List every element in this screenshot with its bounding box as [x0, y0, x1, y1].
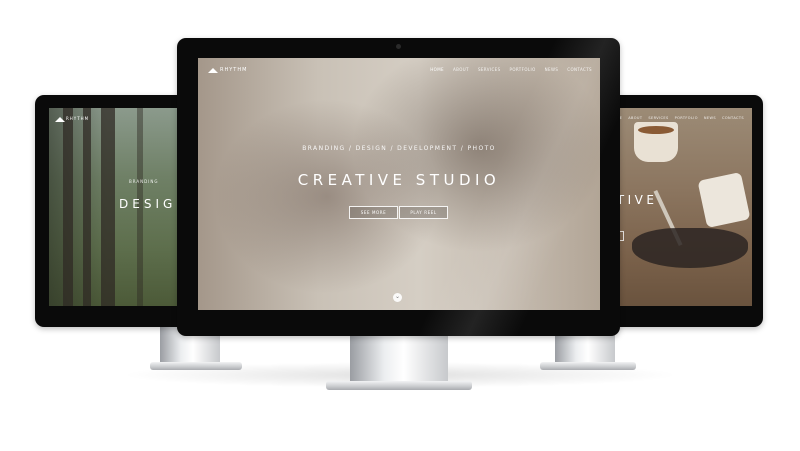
chevron-down-icon[interactable]: ⌄	[393, 293, 402, 302]
nav-home[interactable]: HOME	[430, 67, 444, 72]
nav-about[interactable]: ABOUT	[453, 67, 469, 72]
hero-tagline: BRANDING / DESIGN / DEVELOPMENT / PHOTO	[302, 145, 496, 152]
left-site-tagline: BRANDING	[129, 179, 159, 184]
nav-contacts[interactable]: CONTACTS	[567, 67, 592, 72]
center-site-nav: HOME ABOUT SERVICES PORTFOLIO NEWS CONTA…	[430, 67, 592, 72]
right-site-nav: HOME ABOUT SERVICES PORTFOLIO NEWS CONTA…	[610, 116, 744, 120]
center-monitor-screen: RHYTHM HOME ABOUT SERVICES PORTFOLIO NEW…	[198, 58, 600, 310]
center-monitor-bezel: RHYTHM HOME ABOUT SERVICES PORTFOLIO NEW…	[177, 38, 620, 336]
phone-image	[697, 171, 751, 229]
logo-icon	[55, 117, 65, 122]
webcam-icon	[396, 44, 401, 49]
nav-news[interactable]: NEWS	[545, 67, 559, 72]
left-monitor-screen: RHYTHM BRANDING DESIGN	[49, 108, 195, 306]
left-site-logo[interactable]: RHYTHM	[66, 116, 89, 121]
nav-services[interactable]: SERVICES	[478, 67, 501, 72]
coffee-surface	[638, 126, 674, 134]
tree-trunk	[63, 108, 73, 306]
right-monitor-screen: HOME ABOUT SERVICES PORTFOLIO NEWS CONTA…	[606, 108, 752, 306]
center-site-logo[interactable]: RHYTHM	[220, 67, 247, 73]
monitors-showcase: RHYTHM BRANDING DESIGN HOME ABOUT SERVIC…	[0, 0, 800, 451]
hero-title: CREATIVE STUDIO	[297, 171, 501, 189]
right-monitor-stand-foot	[540, 362, 636, 370]
center-monitor-stand-foot	[326, 381, 472, 390]
right-nav-about[interactable]: ABOUT	[628, 116, 642, 120]
tree-trunk	[83, 108, 91, 306]
center-monitor-stand-neck	[350, 336, 448, 384]
left-monitor-stand-foot	[150, 362, 242, 370]
sunglasses-image	[632, 228, 748, 268]
logo-icon	[208, 68, 218, 73]
tree-trunk	[101, 108, 115, 306]
right-nav-services[interactable]: SERVICES	[648, 116, 668, 120]
play-reel-button[interactable]: PLAY REEL	[399, 206, 448, 219]
nav-portfolio[interactable]: PORTFOLIO	[510, 67, 536, 72]
right-monitor-bezel: HOME ABOUT SERVICES PORTFOLIO NEWS CONTA…	[598, 95, 763, 327]
right-nav-news[interactable]: NEWS	[704, 116, 716, 120]
see-more-button[interactable]: SEE MORE	[349, 206, 398, 219]
right-nav-portfolio[interactable]: PORTFOLIO	[675, 116, 698, 120]
right-nav-contacts[interactable]: CONTACTS	[722, 116, 744, 120]
